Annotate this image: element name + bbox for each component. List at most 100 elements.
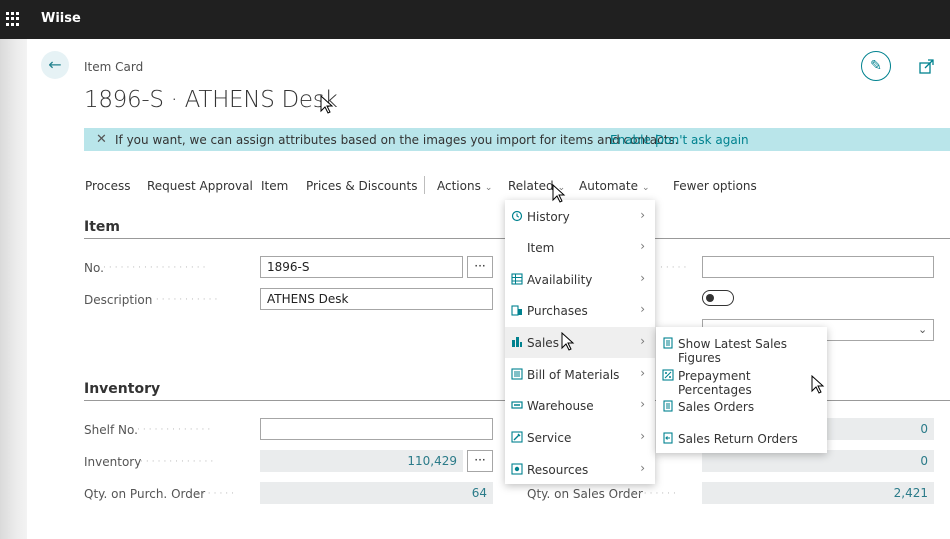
menu-item-purchases[interactable]: Purchases › <box>505 295 655 326</box>
dot-leader: ········ <box>632 489 679 499</box>
enable-link[interactable]: Enable | <box>610 133 659 147</box>
bom-icon <box>511 368 523 380</box>
pencil-icon: ✎ <box>870 58 882 74</box>
qty-sales-order-label: Qty. on Sales Order <box>527 487 643 501</box>
chevron-right-icon: › <box>640 334 645 348</box>
no-label: No. <box>84 261 104 275</box>
menu-item-label: Bill of Materials <box>527 368 620 382</box>
app-launcher-icon[interactable] <box>6 12 20 26</box>
dot-leader: ······· <box>196 489 238 499</box>
chevron-right-icon: › <box>640 397 645 411</box>
breadcrumb: Item Card <box>84 60 144 74</box>
action-prices-discounts[interactable]: Prices & Discounts <box>306 179 417 193</box>
left-background-strip <box>0 39 27 539</box>
menu-item-label: Sales <box>527 336 559 350</box>
menu-item-label: Item <box>527 241 555 255</box>
item-section-title: Item <box>84 219 120 235</box>
chevron-right-icon: › <box>640 429 645 443</box>
actions-label: Actions <box>437 179 481 193</box>
dot-leader: ·················· <box>103 263 209 273</box>
chevron-right-icon: › <box>640 239 645 253</box>
action-actions[interactable]: Actions ⌄ <box>437 179 492 193</box>
qty-purch-order-label: Qty. on Purch. Order <box>84 487 206 501</box>
mouse-cursor-icon <box>320 95 334 114</box>
chevron-right-icon: › <box>640 271 645 285</box>
no-field[interactable]: 1896-S <box>260 256 463 278</box>
shelf-no-field[interactable] <box>260 418 493 440</box>
close-icon[interactable]: ✕ <box>96 132 107 147</box>
qty-purch-order-value[interactable]: 64 <box>260 482 493 504</box>
page-title: 1896-S · ATHENS Desk <box>84 87 338 113</box>
warehouse-icon <box>511 401 523 409</box>
dot-leader: ····· <box>660 263 690 273</box>
actionbar-divider <box>424 176 425 194</box>
related-label: Related <box>508 179 554 193</box>
mouse-cursor-icon <box>561 332 575 351</box>
top-bar <box>0 0 950 39</box>
action-item[interactable]: Item <box>261 179 288 193</box>
document-icon <box>663 337 673 349</box>
right-field-1[interactable] <box>702 256 934 278</box>
dot-leader: ············· <box>140 457 217 467</box>
menu-item-resources[interactable]: Resources › <box>505 454 655 485</box>
submenu-label: Sales Return Orders <box>678 432 798 446</box>
menu-item-label: Service <box>527 431 572 445</box>
chevron-down-icon: ⌄ <box>484 183 493 193</box>
menu-item-service[interactable]: Service › <box>505 422 655 453</box>
submenu-label: Sales Orders <box>678 400 755 414</box>
chevron-right-icon: › <box>640 461 645 475</box>
action-request-approval[interactable]: Request Approval <box>147 179 253 193</box>
dont-ask-again-link[interactable]: Don't ask again <box>655 133 749 147</box>
arrow-left-icon: ← <box>48 55 62 74</box>
action-automate[interactable]: Automate ⌄ <box>579 179 650 193</box>
app-name: Wiise <box>41 11 81 26</box>
chevron-right-icon: › <box>640 366 645 380</box>
sales-submenu: Show Latest Sales Figures Prepayment Per… <box>656 327 827 453</box>
menu-item-label: Availability <box>527 273 593 287</box>
inventory-section-title: Inventory <box>84 381 161 397</box>
menu-item-item[interactable]: Item › <box>505 232 655 263</box>
chevron-down-icon: ⌄ <box>642 183 650 193</box>
qty-sales-order-value[interactable]: 2,421 <box>702 482 934 504</box>
dot-leader: ············· <box>137 425 214 435</box>
related-menu: History › Item › Availability › Purchase… <box>505 200 655 484</box>
submenu-show-latest-sales-figures[interactable]: Show Latest Sales Figures <box>656 328 827 365</box>
inventory-value[interactable]: 110,429 <box>260 450 463 472</box>
submenu-sales-return-orders[interactable]: Sales Return Orders <box>656 423 827 454</box>
menu-item-history[interactable]: History › <box>505 201 655 232</box>
menu-item-sales[interactable]: Sales › <box>505 327 655 358</box>
prepayment-icon <box>662 369 674 381</box>
menu-item-label: Resources <box>527 463 589 477</box>
banner-text: If you want, we can assign attributes ba… <box>115 133 679 147</box>
automate-label: Automate <box>579 179 638 193</box>
description-field[interactable]: ATHENS Desk <box>260 288 493 310</box>
history-icon <box>511 210 523 222</box>
edit-button[interactable]: ✎ <box>861 51 891 81</box>
resources-icon <box>511 463 523 475</box>
menu-item-warehouse[interactable]: Warehouse › <box>505 390 655 421</box>
action-fewer-options[interactable]: Fewer options <box>673 179 757 193</box>
back-button[interactable]: ← <box>41 51 69 79</box>
menu-item-availability[interactable]: Availability › <box>505 264 655 295</box>
return-order-icon <box>663 432 673 444</box>
menu-item-bill-of-materials[interactable]: Bill of Materials › <box>505 359 655 390</box>
submenu-prepayment-percentages[interactable]: Prepayment Percentages <box>656 360 827 397</box>
purchases-icon <box>511 305 522 316</box>
chevron-right-icon: › <box>640 302 645 316</box>
submenu-sales-orders[interactable]: Sales Orders <box>656 391 827 422</box>
action-process[interactable]: Process <box>85 179 131 193</box>
no-lookup-button[interactable]: ··· <box>467 256 493 278</box>
shelf-no-label: Shelf No. <box>84 423 138 437</box>
chevron-right-icon: › <box>640 208 645 222</box>
menu-item-label: Warehouse <box>527 399 594 413</box>
menu-item-label: History <box>527 210 570 224</box>
inventory-lookup-button[interactable]: ··· <box>467 450 493 472</box>
sales-order-icon <box>663 400 673 412</box>
inventory-label: Inventory <box>84 455 142 469</box>
toggle-switch[interactable] <box>702 290 734 306</box>
share-icon[interactable] <box>918 57 936 75</box>
sales-icon <box>512 337 522 347</box>
description-label: Description <box>84 293 153 307</box>
chevron-down-icon: ⌄ <box>918 323 928 336</box>
service-icon <box>511 431 523 443</box>
